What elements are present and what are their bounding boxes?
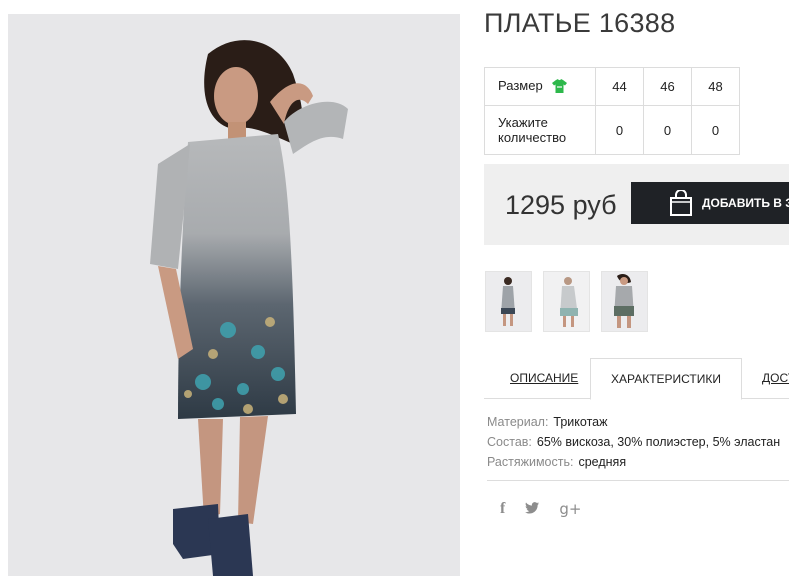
divider: [487, 480, 789, 481]
thumbnail-strip: [485, 271, 648, 332]
spec-key: Растяжимость:: [487, 455, 574, 469]
add-to-cart-button[interactable]: ДОБАВИТЬ В ЗА: [631, 182, 789, 224]
thumbnail-1[interactable]: [485, 271, 532, 332]
product-tabs: ОПИСАНИЕ ХАРАКТЕРИСТИКИ ДОСТ: [484, 358, 789, 400]
size-option[interactable]: 44: [595, 67, 644, 106]
tab-description[interactable]: ОПИСАНИЕ: [510, 358, 578, 398]
spec-value: Трикотаж: [553, 415, 608, 429]
product-price: 1295 руб: [505, 190, 617, 220]
shopping-bag-icon: [669, 190, 693, 216]
spec-value: средняя: [578, 455, 627, 469]
dress-model-illustration: [8, 14, 460, 576]
size-option[interactable]: 48: [691, 67, 740, 106]
buy-box: 1295 руб ДОБАВИТЬ В ЗА: [484, 164, 789, 245]
google-plus-icon[interactable]: g+: [559, 500, 581, 518]
quantity-input[interactable]: 0: [643, 105, 692, 155]
spec-key: Материал:: [487, 415, 549, 429]
tshirt-icon[interactable]: [552, 78, 568, 96]
size-label: Размер: [498, 77, 543, 93]
spec-key: Состав:: [487, 435, 532, 449]
thumbnail-3[interactable]: [601, 271, 648, 332]
product-main-photo[interactable]: [8, 14, 460, 576]
spec-row-composition: Состав: 65% вискоза, 30% полиэстер, 5% эл…: [487, 432, 780, 452]
tab-characteristics[interactable]: ХАРАКТЕРИСТИКИ: [590, 358, 742, 400]
spec-value: 65% вискоза, 30% полиэстер, 5% эластан: [536, 435, 781, 449]
quantity-label-line1: Укажите: [498, 115, 548, 130]
spec-row-stretch: Растяжимость: средняя: [487, 452, 780, 472]
quantity-label-cell: Укажите количество: [484, 105, 596, 155]
twitter-icon[interactable]: [525, 500, 540, 518]
quantity-input[interactable]: 0: [691, 105, 740, 155]
size-label-cell: Размер: [484, 67, 596, 106]
product-title: ПЛАТЬЕ 16388: [484, 8, 676, 38]
facebook-icon[interactable]: f: [500, 500, 505, 518]
spec-row-material: Материал: Трикотаж: [487, 412, 780, 432]
social-share: f g+: [500, 500, 581, 518]
thumbnail-2[interactable]: [543, 271, 590, 332]
size-quantity-table: Размер 44 46 48 Укажите количество 0 0 0: [484, 67, 740, 155]
size-option[interactable]: 46: [643, 67, 692, 106]
tab-delivery[interactable]: ДОСТ: [762, 358, 789, 398]
quantity-input[interactable]: 0: [595, 105, 644, 155]
quantity-label-line2: количество: [498, 130, 567, 145]
add-to-cart-label: ДОБАВИТЬ В ЗА: [702, 196, 789, 210]
characteristics-list: Материал: Трикотаж Состав: 65% вискоза, 30…: [487, 412, 780, 472]
